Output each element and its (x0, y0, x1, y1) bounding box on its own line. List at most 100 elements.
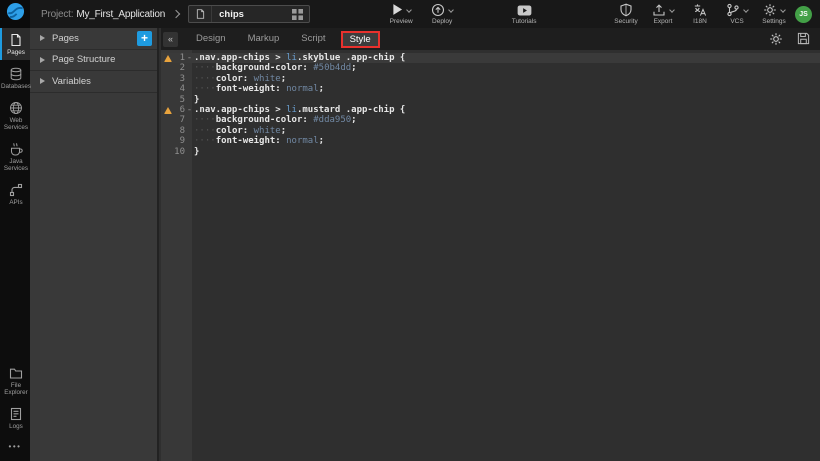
collapse-panel-button[interactable]: « (163, 32, 178, 47)
code-line[interactable]: 9····font-weight: normal; (161, 136, 820, 146)
code-line[interactable]: 10} (161, 147, 820, 157)
sidebar-item-label: Databases (1, 83, 31, 90)
sidebar-top-items: Pages Databases Web ServicesJava Services A… (0, 28, 30, 212)
line-number: 8 (174, 126, 185, 136)
page-switcher-grid-icon[interactable] (292, 9, 303, 20)
toolbar-right: Security Export I18N VCS Settings (613, 3, 787, 25)
code-text[interactable]: .nav.app-chips > li.skyblue .app-chip { (194, 53, 820, 63)
gutter-warning-cell (161, 74, 174, 84)
sidebar-item-web-services[interactable]: Web Services (0, 96, 30, 135)
toolbar-mid: Tutorials (511, 3, 537, 25)
sidebar-bottom-items: File Explorer Logs (0, 361, 30, 436)
fold-marker (185, 63, 194, 73)
fold-marker (185, 74, 194, 84)
toolbar-left: Preview Deploy (388, 3, 455, 25)
editor-tabs: DesignMarkupScript Style (185, 28, 384, 50)
tab-markup[interactable]: Markup (237, 28, 291, 50)
sidebar-item-databases[interactable]: Databases (0, 62, 30, 94)
chevron-down-icon (743, 7, 749, 13)
toolbar-label: I18N (693, 18, 707, 25)
code-line[interactable]: 8 ····color: white; (161, 126, 820, 136)
toolbar-export-button[interactable]: Export (650, 3, 676, 25)
sidebar-item-label: APIs (9, 199, 22, 206)
sidebar-item-apis[interactable]: APIs (0, 178, 30, 210)
code-line[interactable]: 1-.nav.app-chips > li.skyblue .app-chip … (161, 53, 820, 63)
fold-marker (185, 115, 194, 125)
editor-tab-actions (769, 32, 810, 46)
toolbar-settings-button[interactable]: Settings (761, 3, 787, 25)
code-text[interactable]: ····color: white; (194, 126, 820, 136)
add-page-button[interactable]: + (137, 31, 152, 46)
code-line[interactable]: 4 ····font-weight: normal; (161, 84, 820, 94)
code-text[interactable]: } (194, 95, 820, 105)
warning-icon (164, 107, 172, 114)
panel-section-label: Variables (52, 76, 152, 87)
sidebar-item-label: File Explorer (2, 382, 30, 396)
gutter-warning-cell (161, 53, 174, 63)
code-text[interactable]: } (194, 147, 820, 157)
project-name: My_First_Application (76, 9, 165, 20)
line-number: 6 (174, 105, 185, 115)
gutter-warning-cell (161, 63, 174, 73)
code-line[interactable]: 6-.nav.app-chips > li.mustard .app-chip … (161, 105, 820, 115)
more-options-button[interactable]: ••• (0, 436, 30, 461)
code-text[interactable]: .nav.app-chips > li.mustard .app-chip { (194, 105, 820, 115)
toolbar-security-button[interactable]: Security (613, 3, 639, 25)
code-text[interactable]: ····background-color: #dda950; (194, 115, 820, 125)
chevron-down-icon (406, 7, 412, 13)
code-text[interactable]: ····color: white; (194, 74, 820, 84)
panel-section-page-structure[interactable]: Page Structure (30, 50, 157, 72)
breadcrumb[interactable]: Project:My_First_Application (41, 9, 165, 20)
tab-script[interactable]: Script (290, 28, 336, 50)
toolbar-vcs-button[interactable]: VCS (724, 3, 750, 25)
fold-marker[interactable]: - (185, 53, 194, 63)
line-number: 4 (174, 84, 185, 94)
code-line[interactable]: 7····background-color: #dda950; (161, 115, 820, 125)
gutter-warning-cell (161, 95, 174, 105)
tab-style[interactable]: Style (341, 31, 380, 48)
save-icon[interactable] (797, 32, 810, 46)
coffee-icon (9, 142, 23, 156)
toolbar-label: Export (654, 18, 673, 25)
code-editor[interactable]: 1-.nav.app-chips > li.skyblue .app-chip … (161, 50, 820, 461)
sidebar-item-pages[interactable]: Pages (0, 28, 30, 60)
fold-marker[interactable]: - (185, 105, 194, 115)
file-tab-chips[interactable]: chips (188, 5, 310, 23)
line-number: 1 (174, 53, 185, 63)
globe-icon (9, 101, 23, 115)
user-avatar[interactable]: JS (795, 6, 812, 23)
wavemaker-logo[interactable] (0, 0, 30, 28)
page-icon (9, 33, 23, 47)
sidebar-item-logs[interactable]: Logs (0, 402, 30, 434)
code-text[interactable]: ····font-weight: normal; (194, 84, 820, 94)
wavemaker-logo-icon (6, 2, 25, 26)
panel-section-variables[interactable]: Variables (30, 71, 157, 93)
code-line[interactable]: 5} (161, 95, 820, 105)
toolbar-label: Tutorials (512, 18, 537, 25)
toolbar-deploy-button[interactable]: Deploy (429, 3, 455, 25)
panel-section-pages[interactable]: Pages+ (30, 28, 157, 50)
editor-area: « DesignMarkupScriptStyle 1-.nav.app-chi… (161, 28, 820, 461)
sidebar-item-label: Pages (7, 49, 25, 56)
toolbar-tutorials-button[interactable]: Tutorials (511, 3, 537, 25)
toolbar-label: Deploy (432, 18, 452, 25)
app-root: Project:My_First_Application chips Previ… (0, 0, 820, 461)
chevron-down-icon (780, 7, 786, 13)
code-text[interactable]: ····background-color: #50b4dd; (194, 63, 820, 73)
code-line[interactable]: 3····color: white; (161, 74, 820, 84)
expand-arrow-icon (40, 57, 45, 63)
code-text[interactable]: ····font-weight: normal; (194, 136, 820, 146)
gutter-warning-cell (161, 126, 174, 136)
toolbar-label: Preview (390, 18, 413, 25)
tab-design[interactable]: Design (185, 28, 237, 50)
line-number: 5 (174, 95, 185, 105)
code-line[interactable]: 2····background-color: #50b4dd; (161, 63, 820, 73)
style-settings-gear-icon[interactable] (769, 32, 783, 46)
sidebar-item-file-explorer[interactable]: File Explorer (0, 361, 30, 400)
top-bar: Project:My_First_Application chips Previ… (0, 0, 820, 28)
toolbar-preview-button[interactable]: Preview (388, 3, 414, 25)
chevron-down-icon (669, 7, 675, 13)
sidebar-item-java-services[interactable]: Java Services (0, 137, 30, 176)
toolbar-i18n-button[interactable]: I18N (687, 3, 713, 25)
sidebar-item-label: Logs (9, 423, 23, 430)
